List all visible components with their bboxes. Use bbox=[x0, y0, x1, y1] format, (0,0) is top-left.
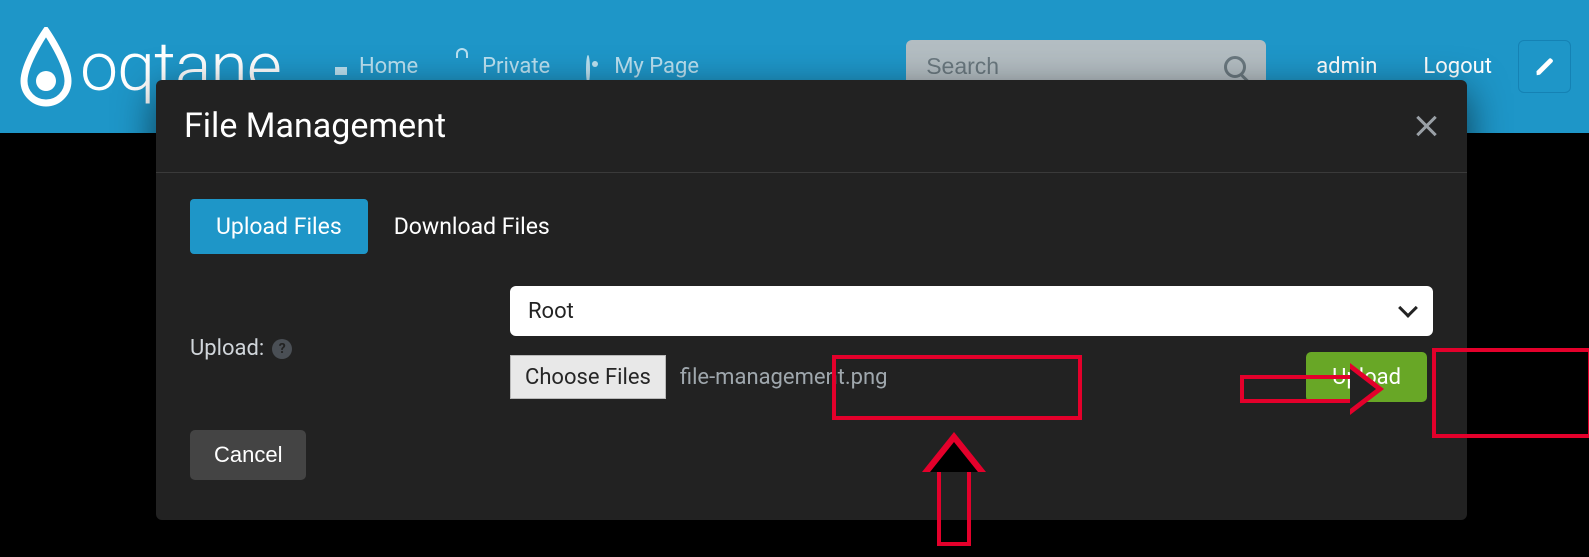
logo-drop-icon bbox=[18, 27, 74, 107]
upload-button[interactable]: Upload bbox=[1306, 352, 1427, 402]
tab-download-files[interactable]: Download Files bbox=[368, 199, 576, 254]
logout-link[interactable]: Logout bbox=[1423, 54, 1492, 79]
lock-icon bbox=[454, 57, 474, 77]
folder-select[interactable]: Root bbox=[510, 286, 1433, 336]
search-icon[interactable] bbox=[1224, 56, 1246, 78]
pencil-icon bbox=[1534, 56, 1556, 78]
user-name-link[interactable]: admin bbox=[1316, 54, 1377, 79]
upload-label-text: Upload: bbox=[190, 336, 264, 361]
home-icon bbox=[331, 57, 351, 77]
upload-form-row: Upload: ? Root Choose Files file-managem… bbox=[190, 286, 1433, 402]
selected-file-name: file-management.png bbox=[666, 355, 902, 399]
tab-row: Upload Files Download Files bbox=[190, 199, 1433, 254]
nav-private[interactable]: Private bbox=[454, 54, 550, 79]
target-icon bbox=[586, 57, 606, 77]
file-row: Choose Files file-management.png Upload bbox=[510, 352, 1433, 402]
user-links: admin Logout bbox=[1316, 54, 1492, 79]
upload-label: Upload: ? bbox=[190, 286, 490, 361]
modal-header: File Management bbox=[156, 80, 1467, 173]
upload-inputs: Root Choose Files file-management.png Up… bbox=[510, 286, 1433, 402]
folder-select-value: Root bbox=[528, 299, 574, 324]
nav-home[interactable]: Home bbox=[331, 54, 418, 79]
nav-private-label: Private bbox=[482, 54, 550, 79]
help-icon[interactable]: ? bbox=[272, 339, 292, 359]
chevron-down-icon bbox=[1398, 298, 1418, 318]
modal-body: Upload Files Download Files Upload: ? Ro… bbox=[156, 173, 1467, 506]
edit-page-button[interactable] bbox=[1518, 40, 1571, 93]
file-management-modal: File Management Upload Files Download Fi… bbox=[156, 80, 1467, 520]
search-input[interactable] bbox=[926, 53, 1224, 80]
close-icon[interactable] bbox=[1413, 113, 1439, 139]
nav-mypage-label: My Page bbox=[614, 54, 699, 79]
primary-nav: Home Private My Page bbox=[331, 54, 699, 79]
modal-title: File Management bbox=[184, 106, 446, 146]
nav-mypage[interactable]: My Page bbox=[586, 54, 699, 79]
nav-home-label: Home bbox=[359, 54, 418, 79]
tab-upload-files[interactable]: Upload Files bbox=[190, 199, 368, 254]
choose-files-button[interactable]: Choose Files bbox=[510, 355, 666, 399]
cancel-button[interactable]: Cancel bbox=[190, 430, 306, 480]
